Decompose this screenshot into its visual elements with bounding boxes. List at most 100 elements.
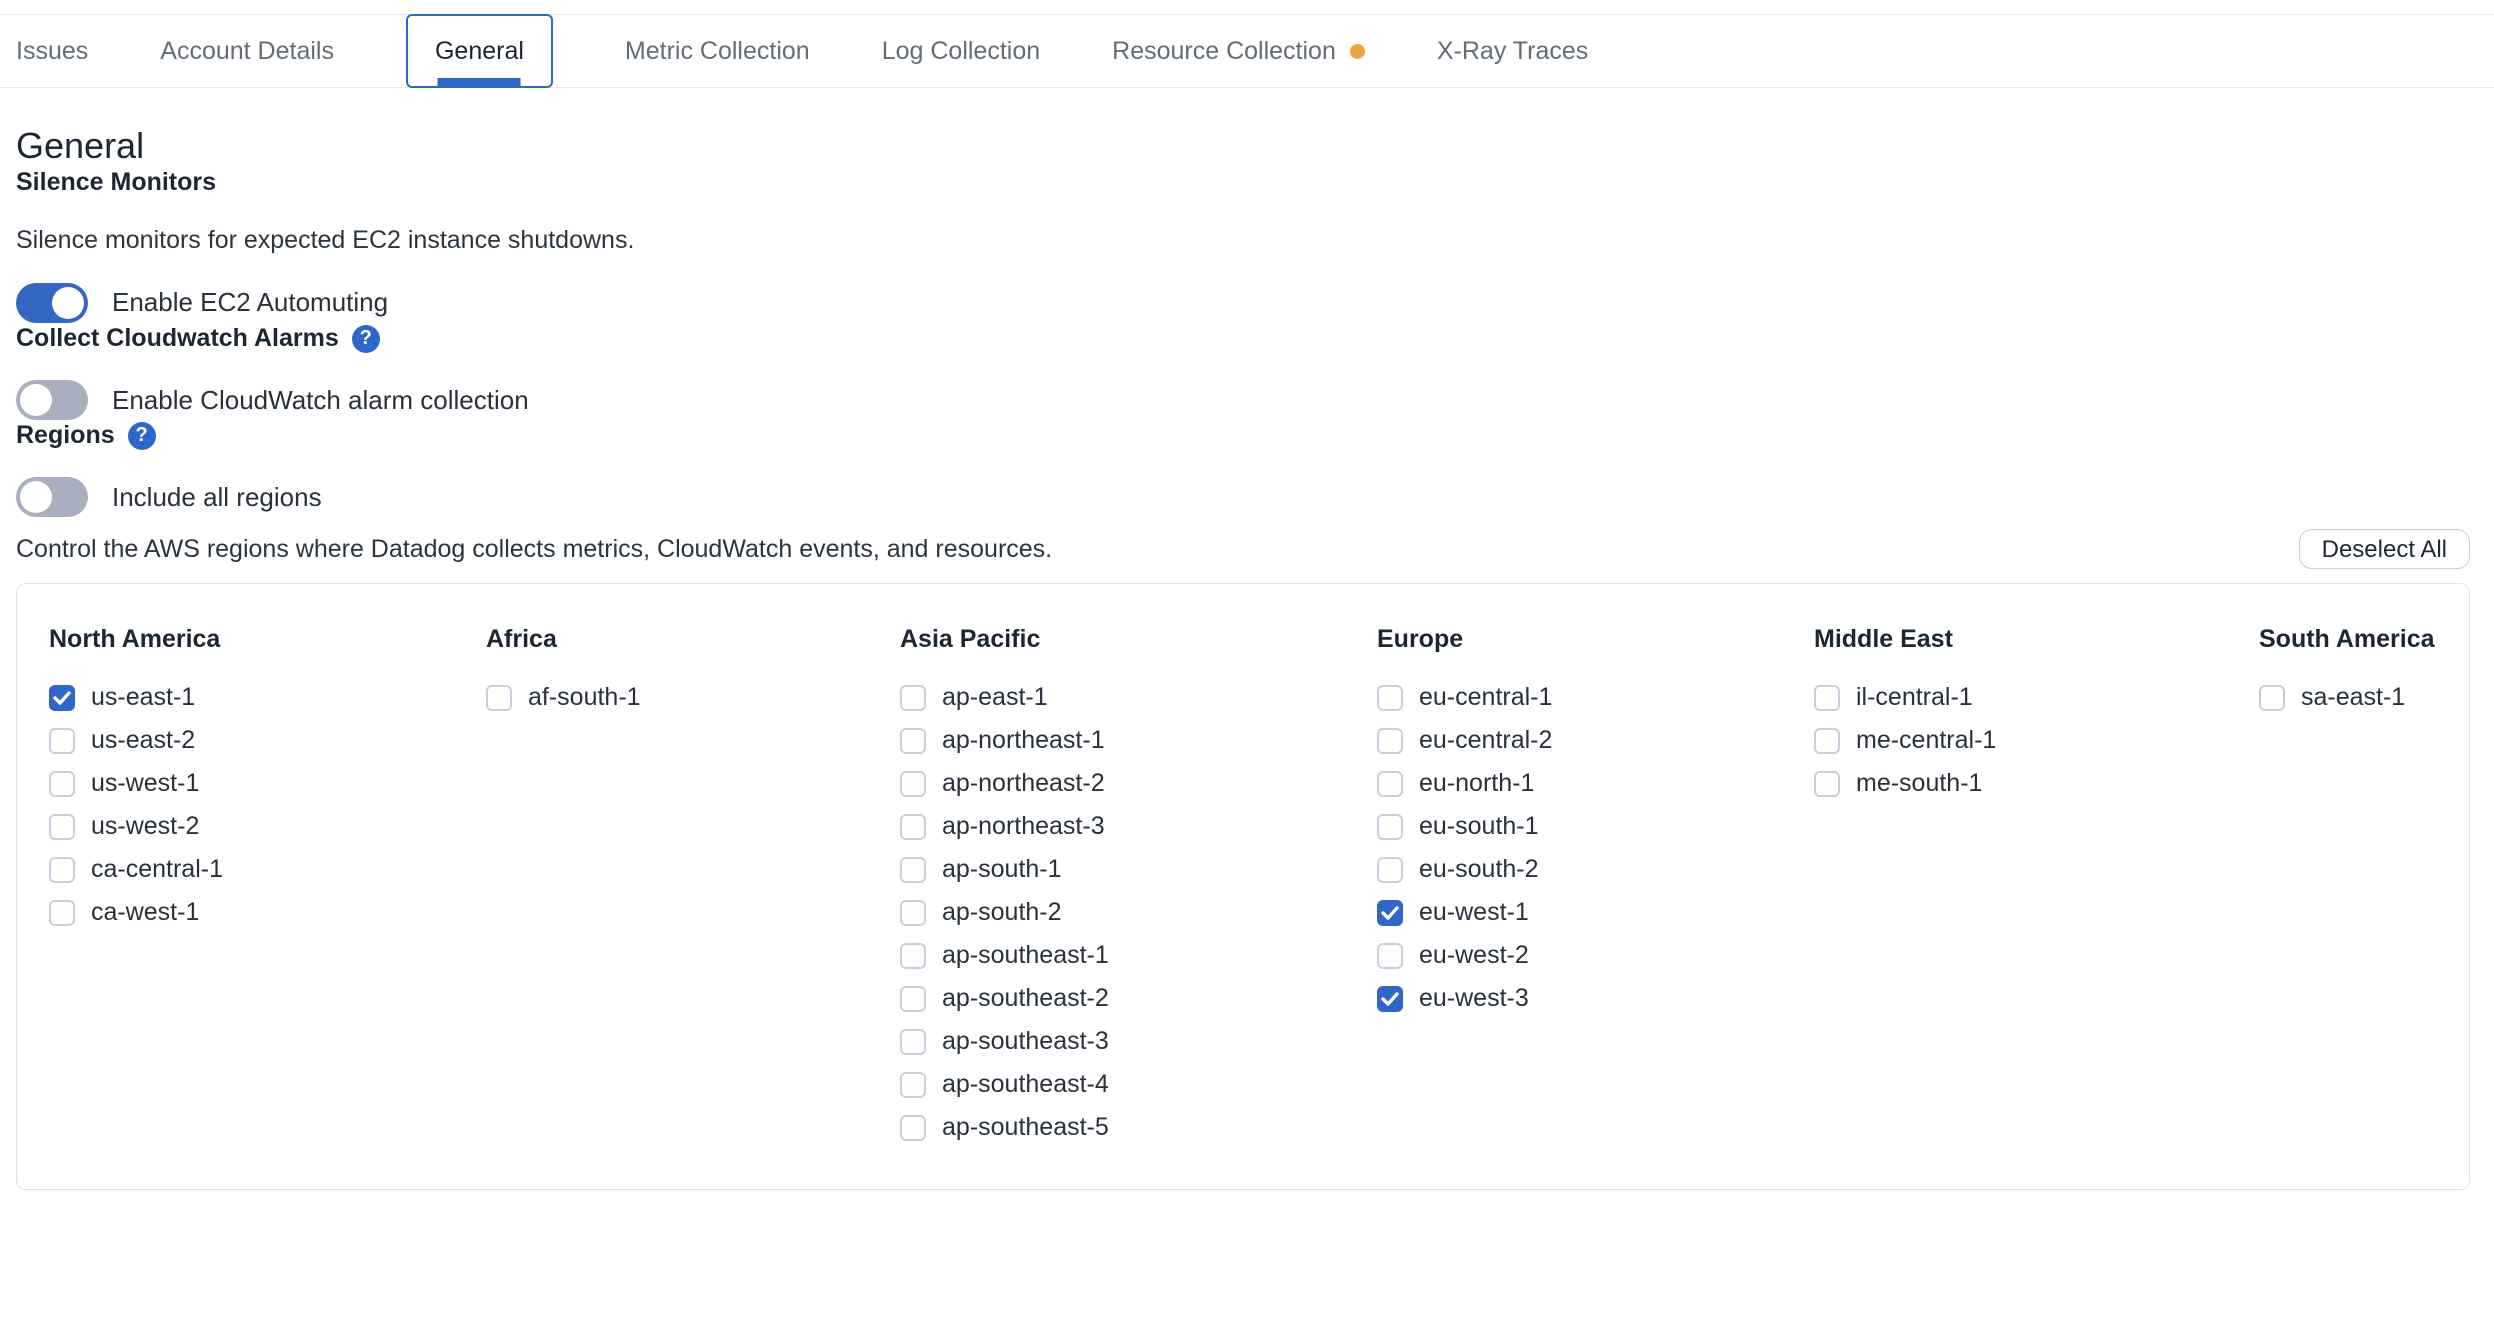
checkbox-unchecked-icon [900, 900, 926, 926]
tab-label: Resource Collection [1112, 37, 1336, 66]
region-checkbox-us-west-1[interactable]: us-west-1 [49, 762, 486, 805]
checkbox-checked-icon [1377, 986, 1403, 1012]
region-checkbox-il-central-1[interactable]: il-central-1 [1814, 676, 2259, 719]
region-checkbox-me-central-1[interactable]: me-central-1 [1814, 719, 2259, 762]
region-checkbox-eu-west-3[interactable]: eu-west-3 [1377, 977, 1814, 1020]
tab-x-ray-traces[interactable]: X-Ray Traces [1437, 15, 1588, 87]
region-checkbox-ap-southeast-2[interactable]: ap-southeast-2 [900, 977, 1377, 1020]
region-checkbox-us-east-1[interactable]: us-east-1 [49, 676, 486, 719]
regions-heading-text: Regions [16, 420, 115, 451]
region-checkbox-ap-southeast-4[interactable]: ap-southeast-4 [900, 1063, 1377, 1106]
region-label: eu-south-1 [1419, 812, 1539, 841]
cloudwatch-alarms-heading: Collect Cloudwatch Alarms ? [16, 323, 2470, 354]
tab-issues[interactable]: Issues [16, 15, 88, 87]
region-checkbox-eu-west-1[interactable]: eu-west-1 [1377, 891, 1814, 934]
region-checkbox-eu-central-1[interactable]: eu-central-1 [1377, 676, 1814, 719]
region-checkbox-ap-northeast-1[interactable]: ap-northeast-1 [900, 719, 1377, 762]
region-label: me-south-1 [1856, 769, 1982, 798]
region-label: eu-south-2 [1419, 855, 1539, 884]
include-all-regions-toggle-row: Include all regions [16, 477, 2470, 517]
tab-resource-collection[interactable]: Resource Collection [1112, 15, 1365, 87]
region-label: me-central-1 [1856, 726, 1996, 755]
checkbox-unchecked-icon [1377, 771, 1403, 797]
region-checkbox-ap-east-1[interactable]: ap-east-1 [900, 676, 1377, 719]
region-checkbox-ap-southeast-1[interactable]: ap-southeast-1 [900, 934, 1377, 977]
checkbox-unchecked-icon [49, 814, 75, 840]
region-checkbox-me-south-1[interactable]: me-south-1 [1814, 762, 2259, 805]
region-label: ca-central-1 [91, 855, 223, 884]
general-tab-content: General Silence Monitors Silence monitor… [0, 124, 2494, 1190]
checkbox-unchecked-icon [1377, 814, 1403, 840]
region-checkbox-eu-central-2[interactable]: eu-central-2 [1377, 719, 1814, 762]
region-checkbox-ap-northeast-2[interactable]: ap-northeast-2 [900, 762, 1377, 805]
region-checkbox-ap-northeast-3[interactable]: ap-northeast-3 [900, 805, 1377, 848]
help-icon[interactable]: ? [352, 325, 380, 353]
aws-integration-settings-page: Issues Account Details General Metric Colle… [0, 14, 2494, 1190]
region-label: us-west-2 [91, 812, 199, 841]
checkbox-unchecked-icon [900, 685, 926, 711]
checkbox-unchecked-icon [900, 986, 926, 1012]
region-checkbox-ca-central-1[interactable]: ca-central-1 [49, 848, 486, 891]
region-checkbox-eu-south-1[interactable]: eu-south-1 [1377, 805, 1814, 848]
cloudwatch-alarm-toggle[interactable] [16, 380, 88, 420]
region-checkbox-ap-south-1[interactable]: ap-south-1 [900, 848, 1377, 891]
region-checkbox-us-west-2[interactable]: us-west-2 [49, 805, 486, 848]
tab-account-details[interactable]: Account Details [160, 15, 334, 87]
region-label: ap-south-2 [942, 898, 1062, 927]
checkbox-unchecked-icon [900, 1072, 926, 1098]
regions-description: Control the AWS regions where Datadog co… [16, 533, 1052, 566]
region-group-europe: Europe eu-central-1 eu-central-2eu-north-1… [1377, 624, 1814, 1149]
checkbox-unchecked-icon [900, 814, 926, 840]
cloudwatch-alarm-toggle-row: Enable CloudWatch alarm collection [16, 380, 2470, 420]
region-group-title: Asia Pacific [900, 624, 1377, 654]
silence-monitors-description: Silence monitors for expected EC2 instan… [16, 224, 2470, 257]
region-label: ap-southeast-3 [942, 1027, 1109, 1056]
checkbox-unchecked-icon [2259, 685, 2285, 711]
checkmark-icon [1381, 992, 1399, 1006]
region-label: ca-west-1 [91, 898, 199, 927]
region-checkbox-us-east-2[interactable]: us-east-2 [49, 719, 486, 762]
tab-metric-collection[interactable]: Metric Collection [625, 15, 810, 87]
tab-general[interactable]: General [406, 14, 553, 88]
region-group-north-america: North America us-east-1us-east-2us-west-1… [49, 624, 486, 1149]
tab-log-collection[interactable]: Log Collection [882, 15, 1040, 87]
region-label: ap-southeast-2 [942, 984, 1109, 1013]
region-checkbox-sa-east-1[interactable]: sa-east-1 [2259, 676, 2445, 719]
region-checkbox-ca-west-1[interactable]: ca-west-1 [49, 891, 486, 934]
checkbox-unchecked-icon [1814, 728, 1840, 754]
tab-label: Account Details [160, 37, 334, 66]
region-checkbox-eu-west-2[interactable]: eu-west-2 [1377, 934, 1814, 977]
checkmark-icon [1381, 906, 1399, 920]
region-checkbox-eu-north-1[interactable]: eu-north-1 [1377, 762, 1814, 805]
region-label: il-central-1 [1856, 683, 1973, 712]
region-checkbox-ap-southeast-5[interactable]: ap-southeast-5 [900, 1106, 1377, 1149]
checkbox-unchecked-icon [1814, 771, 1840, 797]
regions-heading: Regions ? [16, 420, 2470, 451]
checkbox-checked-icon [1377, 900, 1403, 926]
checkmark-icon [53, 691, 71, 705]
include-all-regions-toggle-label: Include all regions [112, 482, 322, 513]
ec2-automuting-toggle-label: Enable EC2 Automuting [112, 287, 388, 318]
region-label: eu-west-3 [1419, 984, 1529, 1013]
ec2-automuting-toggle[interactable] [16, 283, 88, 323]
region-group-africa: Africaaf-south-1 [486, 624, 900, 1149]
checkbox-unchecked-icon [900, 728, 926, 754]
region-checkbox-af-south-1[interactable]: af-south-1 [486, 676, 900, 719]
region-group-title: Europe [1377, 624, 1814, 654]
checkbox-unchecked-icon [49, 857, 75, 883]
regions-section: Regions ? Include all regions Control th… [16, 420, 2470, 1190]
region-group-title: North America [49, 624, 486, 654]
region-checkbox-eu-south-2[interactable]: eu-south-2 [1377, 848, 1814, 891]
ec2-automuting-toggle-row: Enable EC2 Automuting [16, 283, 2470, 323]
region-checkbox-ap-south-2[interactable]: ap-south-2 [900, 891, 1377, 934]
region-checkbox-ap-southeast-3[interactable]: ap-southeast-3 [900, 1020, 1377, 1063]
deselect-all-button[interactable]: Deselect All [2299, 529, 2470, 569]
checkbox-unchecked-icon [1377, 685, 1403, 711]
regions-controls-row: Control the AWS regions where Datadog co… [16, 529, 2470, 569]
help-icon[interactable]: ? [128, 422, 156, 450]
checkbox-unchecked-icon [49, 900, 75, 926]
silence-monitors-section: Silence Monitors Silence monitors for ex… [16, 167, 2470, 323]
region-label: eu-central-1 [1419, 683, 1552, 712]
checkbox-unchecked-icon [1377, 943, 1403, 969]
include-all-regions-toggle[interactable] [16, 477, 88, 517]
